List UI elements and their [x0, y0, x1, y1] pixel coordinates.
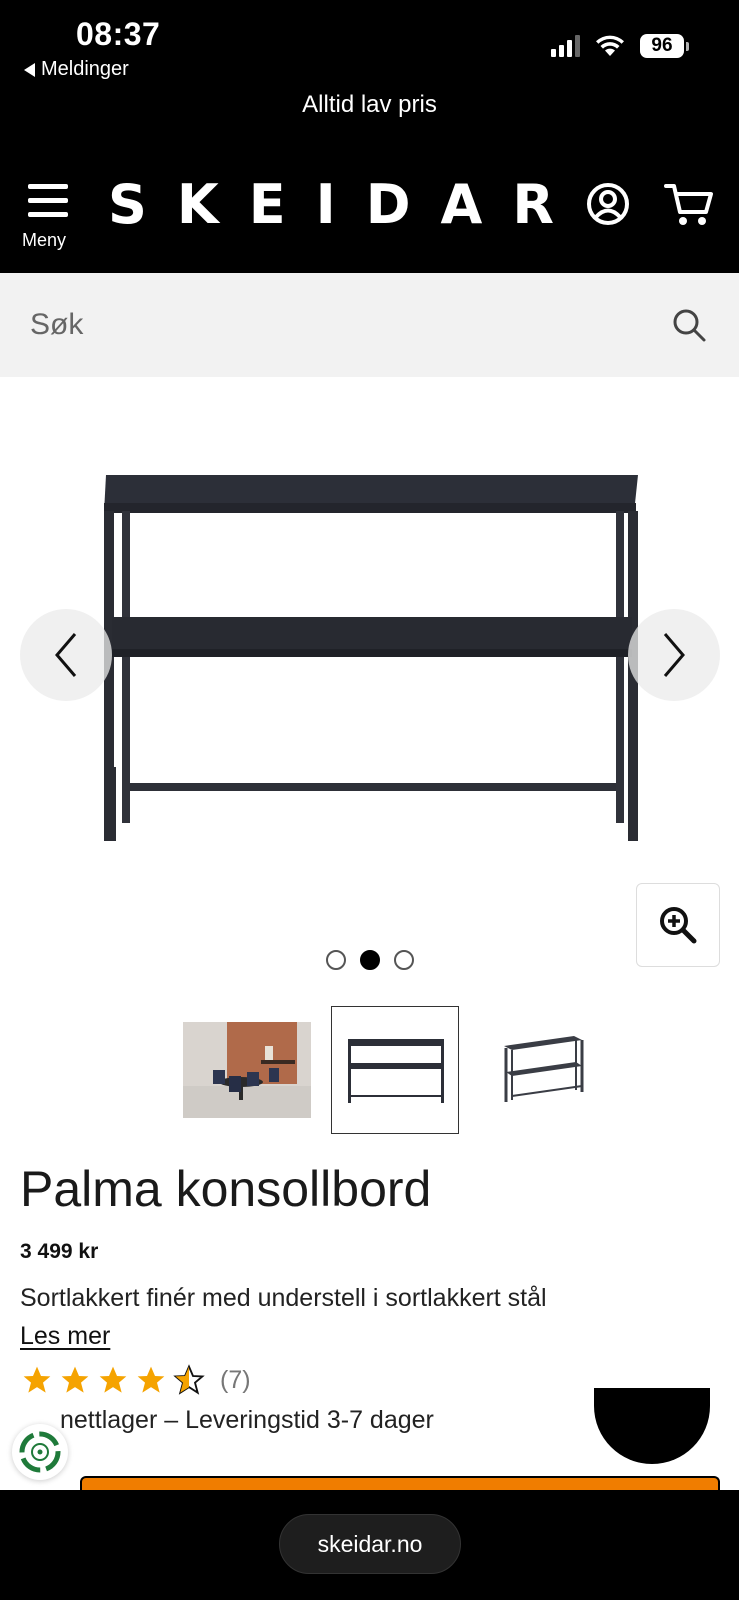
- search-input[interactable]: [30, 299, 630, 351]
- next-image-button[interactable]: [628, 609, 720, 701]
- chevron-left-icon: [55, 633, 77, 677]
- thumbnail-lifestyle[interactable]: [183, 1006, 311, 1134]
- product-description: Sortlakkert finér med understell i sortl…: [20, 1284, 547, 1312]
- search-icon[interactable]: [671, 307, 707, 343]
- add-to-cart-button[interactable]: [80, 1476, 720, 1490]
- carousel-dot-active[interactable]: [359, 950, 380, 970]
- back-to-app-link[interactable]: Meldinger: [24, 58, 129, 81]
- account-icon[interactable]: [586, 182, 630, 226]
- site-header: Alltid lav pris Meny SKEIDAR: [0, 92, 739, 273]
- previous-image-button[interactable]: [20, 609, 112, 701]
- status-indicators: 96: [551, 34, 689, 58]
- battery-icon: 96: [640, 34, 689, 58]
- thumbnail-front[interactable]: [331, 1006, 459, 1134]
- angle-view-image: [504, 1036, 584, 1102]
- product-rating[interactable]: (7): [20, 1364, 251, 1396]
- search-bar: [0, 273, 739, 377]
- site-logo[interactable]: SKEIDAR: [108, 173, 584, 236]
- product-title: Palma konsollbord: [20, 1161, 432, 1217]
- star-full-icon: [23, 1366, 51, 1393]
- carousel-dot[interactable]: [393, 950, 414, 970]
- menu-label: Meny: [22, 230, 67, 250]
- stock-status: nettlager – Leveringstid 3-7 dager: [60, 1406, 434, 1434]
- thumbnail-strip: [0, 1006, 739, 1134]
- star-full-icon: [61, 1366, 89, 1393]
- back-triangle-icon: [24, 62, 35, 77]
- star-full-icon: [99, 1366, 127, 1393]
- tagline: Alltid lav pris: [302, 91, 437, 118]
- status-time: 08:37: [76, 16, 161, 52]
- star-half-icon: [173, 1364, 205, 1395]
- url-bar[interactable]: skeidar.no: [279, 1514, 461, 1574]
- battery-level: 96: [640, 34, 684, 58]
- product-gallery: [0, 377, 739, 970]
- browser-bottom-bar: skeidar.no: [0, 1490, 739, 1600]
- chevron-right-icon: [663, 633, 685, 677]
- cart-icon[interactable]: [664, 182, 714, 228]
- wifi-icon: [596, 35, 624, 56]
- recycle-icon: [19, 1431, 61, 1473]
- review-count: (7): [220, 1365, 251, 1394]
- carousel-dot[interactable]: [325, 950, 346, 970]
- status-bar: 08:37 Meldinger 96: [0, 0, 739, 92]
- carousel-dots: [0, 950, 739, 970]
- read-more-link[interactable]: Les mer: [20, 1322, 110, 1351]
- chat-button[interactable]: [594, 1388, 710, 1464]
- product-image[interactable]: [98, 467, 646, 857]
- product-price: 3 499 kr: [20, 1240, 99, 1263]
- front-view-image: [348, 1039, 444, 1103]
- zoom-in-icon: [660, 907, 697, 944]
- menu-button[interactable]: Meny: [22, 184, 78, 254]
- star-full-icon: [137, 1366, 165, 1393]
- lifestyle-photo-image: [183, 1022, 311, 1118]
- cellular-signal-icon: [551, 35, 580, 57]
- back-app-label: Meldinger: [41, 58, 129, 80]
- eco-badge[interactable]: [12, 1424, 68, 1480]
- thumbnail-angle[interactable]: [478, 1006, 606, 1134]
